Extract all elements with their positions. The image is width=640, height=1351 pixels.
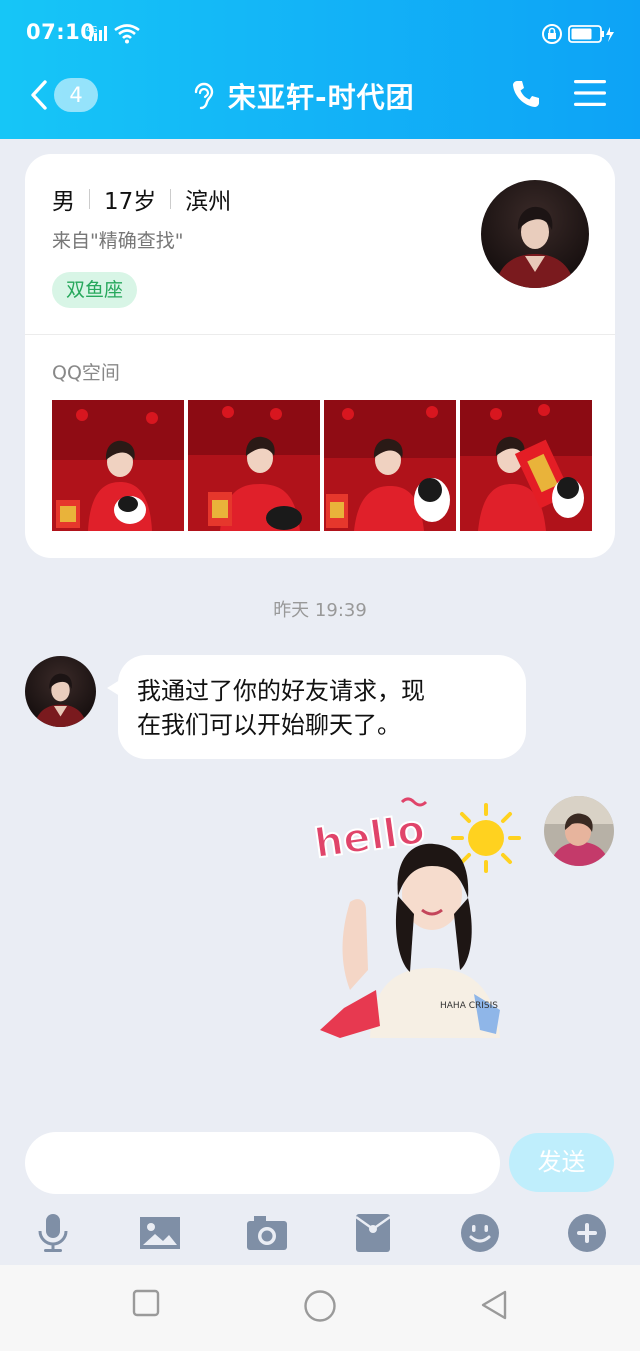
chat-title: 宋亚轩-时代团 <box>228 81 415 114</box>
unread-count-badge: 4 <box>54 78 98 112</box>
chat-header: 07:10 4G 4 宋亚轩-时代团 <box>0 0 640 139</box>
back-nav-icon[interactable] <box>480 1289 508 1321</box>
recent-apps-icon[interactable] <box>132 1289 160 1317</box>
divider <box>170 189 172 209</box>
profile-gender: 男 <box>52 189 75 215</box>
profile-age: 17岁 <box>104 189 157 215</box>
phone-call-icon[interactable] <box>510 78 542 110</box>
qzone-photo[interactable] <box>324 400 456 531</box>
message-text-line: 在我们可以开始聊天了。 <box>137 711 401 739</box>
send-button[interactable]: 发送 <box>509 1133 614 1192</box>
more-button[interactable] <box>565 1211 609 1255</box>
rotation-lock-icon <box>541 23 563 49</box>
incoming-message-bubble[interactable]: 我通过了你的好友请求，现 在我们可以开始聊天了。 <box>118 655 526 759</box>
profile-city: 滨州 <box>185 189 232 215</box>
profile-info: 男 17岁 滨州 <box>52 182 231 216</box>
chevron-left-icon <box>31 80 47 110</box>
system-nav-bar <box>0 1265 640 1351</box>
svg-text:HAHA CRISIS: HAHA CRISIS <box>440 1001 498 1011</box>
zodiac-tag: 双鱼座 <box>52 272 138 308</box>
emoji-icon <box>461 1214 499 1252</box>
home-icon[interactable] <box>303 1289 337 1323</box>
signal-icon: 4G <box>86 24 110 46</box>
card-divider <box>25 334 615 335</box>
camera-icon <box>247 1216 287 1250</box>
svg-text:4G: 4G <box>86 25 97 34</box>
microphone-icon <box>38 1214 68 1252</box>
red-packet-icon <box>355 1214 391 1252</box>
wifi-icon <box>114 24 140 48</box>
back-button[interactable]: 4 <box>22 76 102 116</box>
message-text-line: 我通过了你的好友请求，现 <box>137 677 425 705</box>
microphone-button[interactable] <box>31 1211 75 1255</box>
chat-toolbar <box>0 1205 640 1261</box>
emoji-button[interactable] <box>458 1211 502 1255</box>
my-avatar[interactable] <box>544 796 614 866</box>
friend-profile-card[interactable]: 男 17岁 滨州 来自"精确查找" 双鱼座 QQ空间 <box>25 154 615 558</box>
friend-avatar[interactable] <box>25 656 96 727</box>
plus-icon <box>568 1214 606 1252</box>
red-packet-button[interactable] <box>351 1211 395 1255</box>
status-bar: 07:10 4G <box>0 0 640 64</box>
message-input[interactable] <box>25 1132 500 1194</box>
status-time: 07:10 <box>26 20 96 44</box>
qzone-photo[interactable] <box>460 400 592 531</box>
friend-avatar[interactable] <box>481 180 589 288</box>
nav-bar: 4 宋亚轩-时代团 <box>0 64 640 139</box>
message-timestamp: 昨天 19:39 <box>273 600 367 621</box>
camera-button[interactable] <box>245 1211 289 1255</box>
hello-sticker[interactable]: hello HAHA CRISIS <box>310 794 528 1038</box>
qzone-photo[interactable] <box>188 400 320 531</box>
profile-source: 来自"精确查找" <box>52 230 184 252</box>
battery-icon <box>568 25 616 47</box>
image-button[interactable] <box>138 1211 182 1255</box>
ear-icon <box>194 82 214 110</box>
divider <box>89 189 90 209</box>
qzone-photos <box>52 400 592 531</box>
menu-icon[interactable] <box>574 78 606 108</box>
image-icon <box>140 1217 180 1249</box>
chat-title-area[interactable]: 宋亚轩-时代团 <box>190 78 415 114</box>
qzone-photo[interactable] <box>52 400 184 531</box>
qzone-label: QQ空间 <box>52 362 120 384</box>
